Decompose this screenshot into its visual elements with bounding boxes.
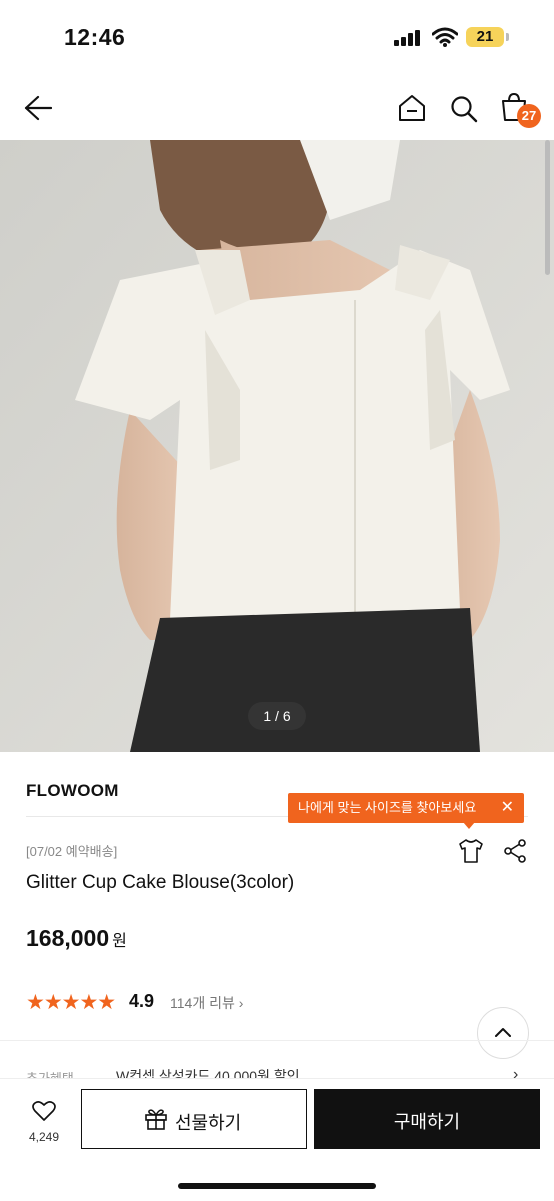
product-image-carousel[interactable]	[0, 140, 554, 752]
gift-label: 선물하기	[175, 1113, 242, 1133]
image-pager: 1 / 6	[248, 702, 306, 730]
size-finder-tooltip[interactable]: 나에게 맞는 사이즈를 찾아보세요 ✕	[288, 793, 524, 823]
rating-score: 4.9	[129, 991, 155, 1011]
tooltip-text: 나에게 맞는 사이즈를 찾아보세요	[298, 800, 477, 815]
section-divider	[0, 1040, 554, 1041]
heart-icon	[32, 1101, 56, 1121]
size-guide-shirt-icon[interactable]	[458, 838, 484, 864]
close-icon[interactable]: ✕	[501, 793, 514, 823]
battery-tip	[506, 33, 509, 41]
like-button[interactable]	[22, 1100, 66, 1127]
share-icon[interactable]	[503, 839, 527, 863]
wifi-icon	[432, 27, 458, 47]
home-icon[interactable]	[398, 94, 426, 122]
price-value: 168,000	[26, 925, 110, 951]
delivery-note: [07/02 예약배송]	[26, 844, 118, 859]
product-photo	[0, 140, 554, 752]
buy-label: 구매하기	[393, 1112, 461, 1132]
cart-count-badge: 27	[517, 104, 541, 128]
tooltip-arrow	[463, 822, 475, 829]
scroll-top-button[interactable]	[477, 1007, 529, 1059]
buy-button[interactable]: 구매하기	[314, 1089, 540, 1149]
rating-stars: ★★★★★	[26, 991, 116, 1014]
status-bar: 12:46 21	[0, 0, 554, 70]
product-title: Glitter Cup Cake Blouse(3color)	[26, 872, 295, 893]
battery-level: 21	[466, 27, 504, 47]
brand-name[interactable]: FLOWOOM	[26, 781, 119, 801]
product-price: 168,000 원	[26, 925, 127, 952]
price-currency: 원	[112, 933, 127, 950]
reviews-link[interactable]: 114개 리뷰 ›	[170, 993, 243, 1013]
like-count: 4,249	[28, 1130, 60, 1144]
home-indicator	[178, 1183, 376, 1189]
chevron-up-icon	[495, 1028, 511, 1037]
cellular-signal-icon	[394, 30, 420, 46]
search-icon[interactable]	[450, 95, 478, 123]
status-time: 12:46	[64, 24, 126, 50]
page-scrollbar[interactable]	[545, 140, 550, 275]
back-arrow-icon[interactable]	[24, 95, 52, 121]
gift-icon	[145, 1109, 167, 1130]
gift-button[interactable]: 선물하기	[81, 1089, 307, 1149]
